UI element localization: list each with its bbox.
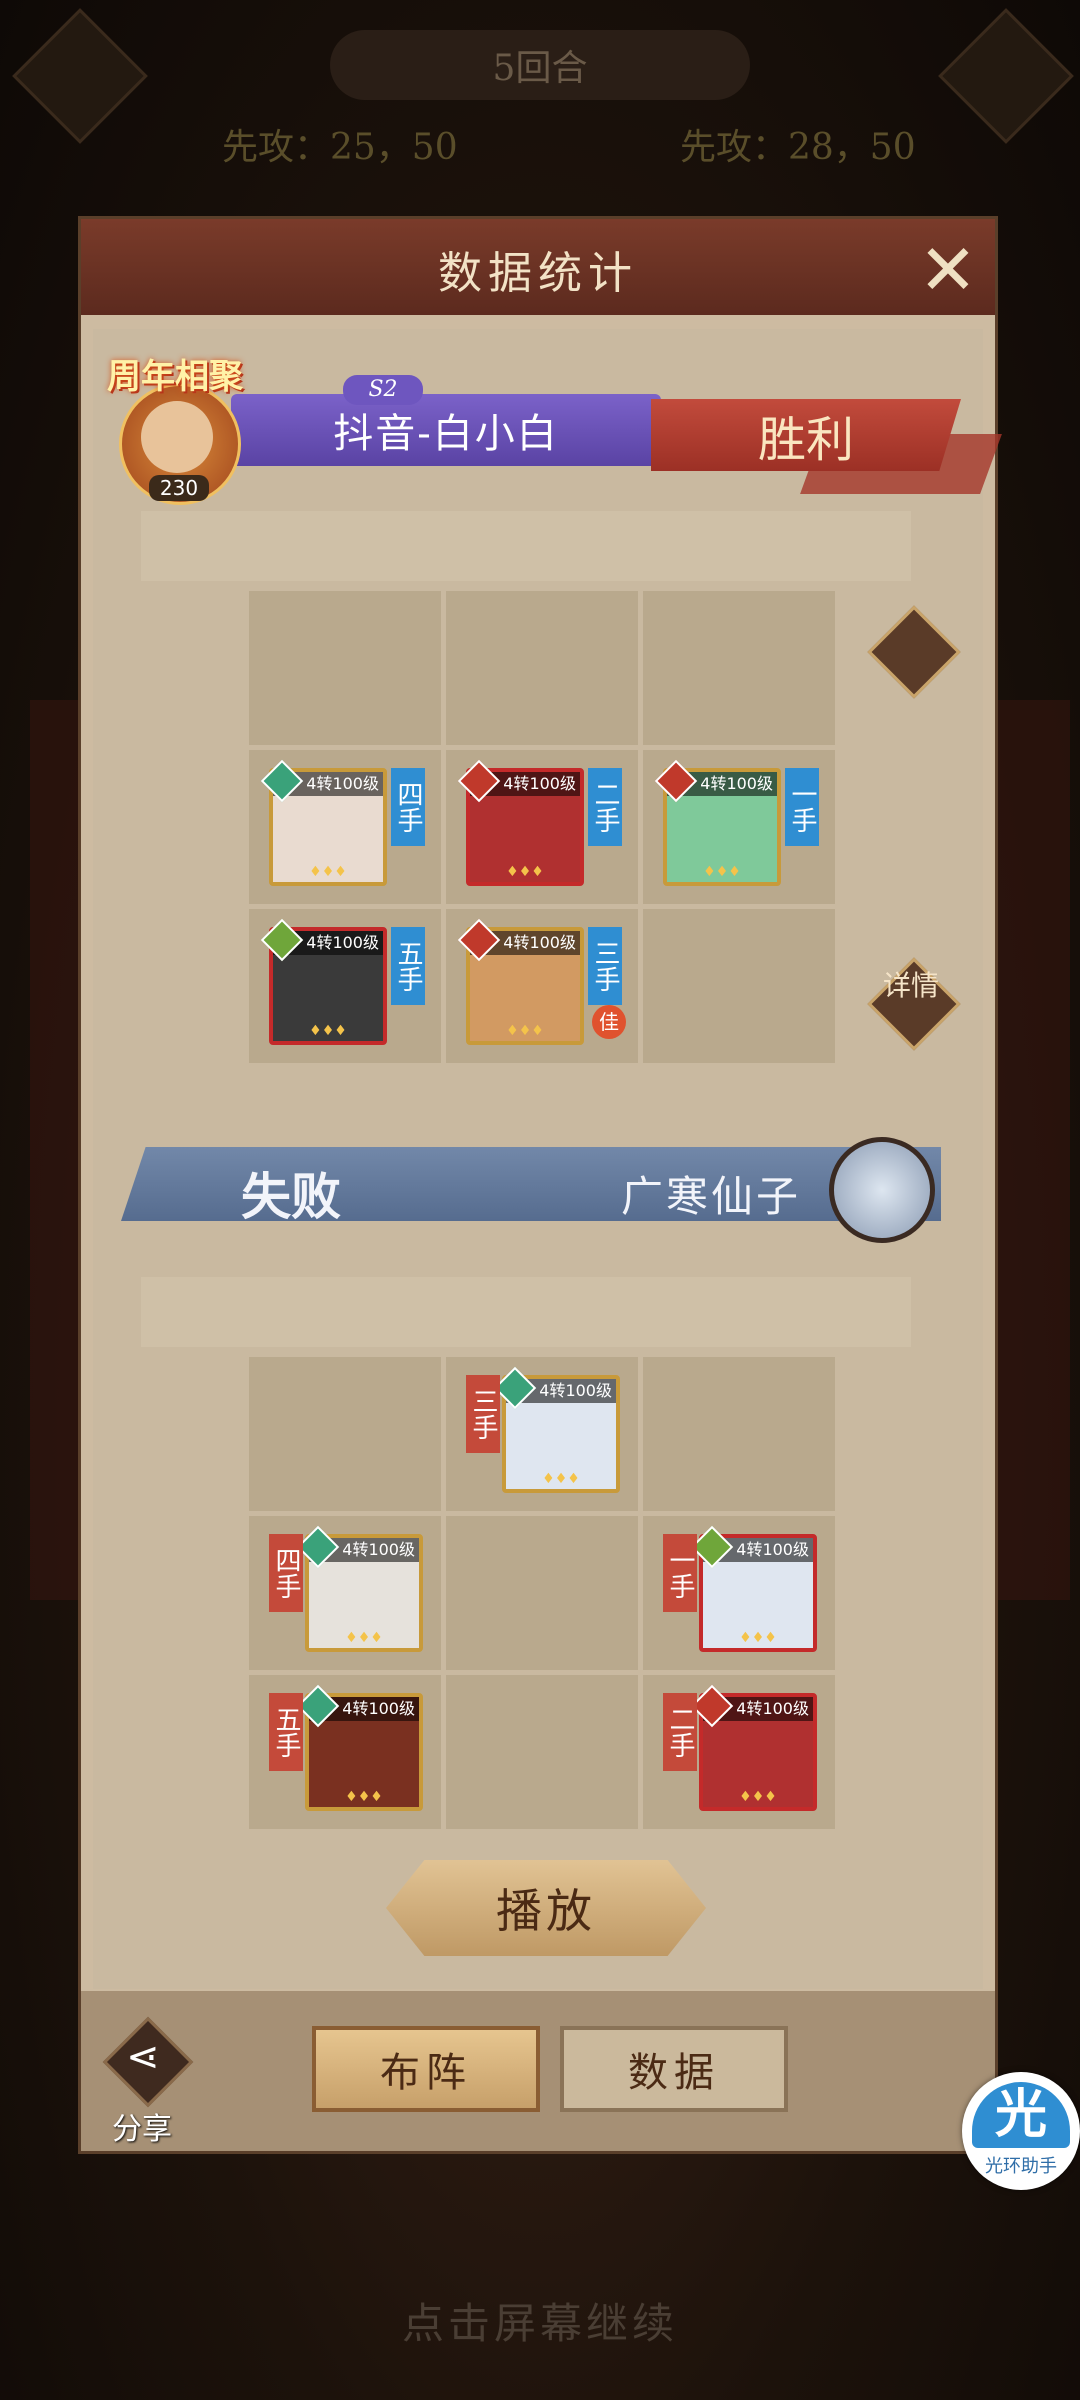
formation-cell bbox=[643, 1357, 835, 1511]
right-speed-text: 先攻：28，50 bbox=[680, 127, 916, 168]
star-rank: ♦♦♦ bbox=[703, 864, 741, 880]
attack-order-tag: 一手 bbox=[663, 1534, 697, 1612]
formation-cell bbox=[249, 1357, 441, 1511]
formation-cell bbox=[446, 591, 638, 745]
attack-order-tag: 三手 bbox=[466, 1375, 500, 1453]
best-badge: 佳 bbox=[592, 1005, 626, 1039]
star-rank: ♦♦♦ bbox=[309, 1023, 347, 1039]
data-tab[interactable]: 数据 bbox=[560, 2026, 788, 2112]
victory-banner: 胜利 bbox=[651, 399, 961, 471]
attack-order-tag: 一手 bbox=[785, 768, 819, 846]
decoration-band bbox=[141, 1277, 911, 1347]
attack-order-tag: 二手 bbox=[663, 1693, 697, 1771]
formation-cell bbox=[643, 591, 835, 745]
round-counter: 5回合 bbox=[330, 30, 750, 100]
opponent-name: 广寒仙子 bbox=[621, 1172, 802, 1221]
hero-card[interactable]: 4转100级 ♦♦♦ bbox=[654, 759, 781, 886]
hero-card[interactable]: 4转100级 ♦♦♦ bbox=[296, 1525, 423, 1652]
continue-hint[interactable]: 点击屏幕继续 bbox=[0, 2290, 1080, 2351]
assistant-icon: 光 bbox=[972, 2082, 1070, 2148]
hero-card[interactable]: 4转100级 ♦♦♦ bbox=[690, 1684, 817, 1811]
hero-card[interactable]: 4转100级 ♦♦♦ bbox=[296, 1684, 423, 1811]
season-tag: S2 bbox=[343, 375, 423, 405]
player-level: 230 bbox=[149, 475, 209, 501]
formation-cell bbox=[643, 909, 835, 1063]
hero-card[interactable]: 4转100级 ♦♦♦ bbox=[457, 759, 584, 886]
attack-order-tag: 三手 bbox=[588, 927, 622, 1005]
assistant-floating-button[interactable]: 光 光环助手 bbox=[962, 2072, 1080, 2190]
player-avatar[interactable]: 230 周年相聚 bbox=[107, 349, 243, 505]
left-speed-text: 先攻：25，50 bbox=[222, 127, 458, 168]
star-rank: ♦♦♦ bbox=[345, 1630, 383, 1646]
decoration-band bbox=[141, 511, 911, 581]
attack-order-tag: 五手 bbox=[269, 1693, 303, 1771]
star-rank: ♦♦♦ bbox=[309, 864, 347, 880]
attack-order-tag: 四手 bbox=[391, 768, 425, 846]
star-rank: ♦♦♦ bbox=[739, 1789, 777, 1805]
hero-card[interactable]: 4转100级 ♦♦♦ bbox=[260, 759, 387, 886]
opponent-avatar[interactable] bbox=[829, 1137, 935, 1243]
event-badge: 周年相聚 bbox=[107, 357, 243, 397]
star-rank: ♦♦♦ bbox=[506, 864, 544, 880]
hero-card[interactable]: 4转100级 ♦♦♦ bbox=[457, 918, 584, 1045]
formation-cell bbox=[249, 591, 441, 745]
formation-cell bbox=[446, 1516, 638, 1670]
hero-card[interactable]: 4转100级 ♦♦♦ bbox=[690, 1525, 817, 1652]
star-rank: ♦♦♦ bbox=[506, 1023, 544, 1039]
attack-order-tag: 二手 bbox=[588, 768, 622, 846]
formation-cell bbox=[446, 1675, 638, 1829]
formation-tab[interactable]: 布阵 bbox=[312, 2026, 540, 2112]
assistant-label: 光环助手 bbox=[985, 2156, 1057, 2177]
star-rank: ♦♦♦ bbox=[345, 1789, 383, 1805]
close-icon[interactable]: ✕ bbox=[911, 233, 985, 307]
dialog-header: 数据统计 ✕ bbox=[81, 219, 995, 315]
star-rank: ♦♦♦ bbox=[739, 1630, 777, 1646]
share-icon: ⋖ bbox=[126, 2034, 160, 2080]
details-label: 详情 bbox=[882, 969, 939, 1002]
hero-card[interactable]: 4转100级 ♦♦♦ bbox=[493, 1366, 620, 1493]
share-label: 分享 bbox=[112, 2112, 172, 2147]
dialog-title: 数据统计 bbox=[438, 248, 638, 299]
defeat-label: 失败 bbox=[241, 1167, 341, 1226]
hero-card[interactable]: 4转100级 ♦♦♦ bbox=[260, 918, 387, 1045]
play-button[interactable]: 播放 bbox=[386, 1860, 706, 1956]
attack-order-tag: 四手 bbox=[269, 1534, 303, 1612]
avatar bbox=[141, 401, 213, 473]
background-decoration bbox=[990, 700, 1070, 1600]
share-button[interactable]: ⋖ 分享 bbox=[102, 2016, 194, 2147]
attack-order-tag: 五手 bbox=[391, 927, 425, 1005]
player-name-banner: 抖音-白小白 bbox=[231, 394, 661, 466]
star-rank: ♦♦♦ bbox=[542, 1471, 580, 1487]
